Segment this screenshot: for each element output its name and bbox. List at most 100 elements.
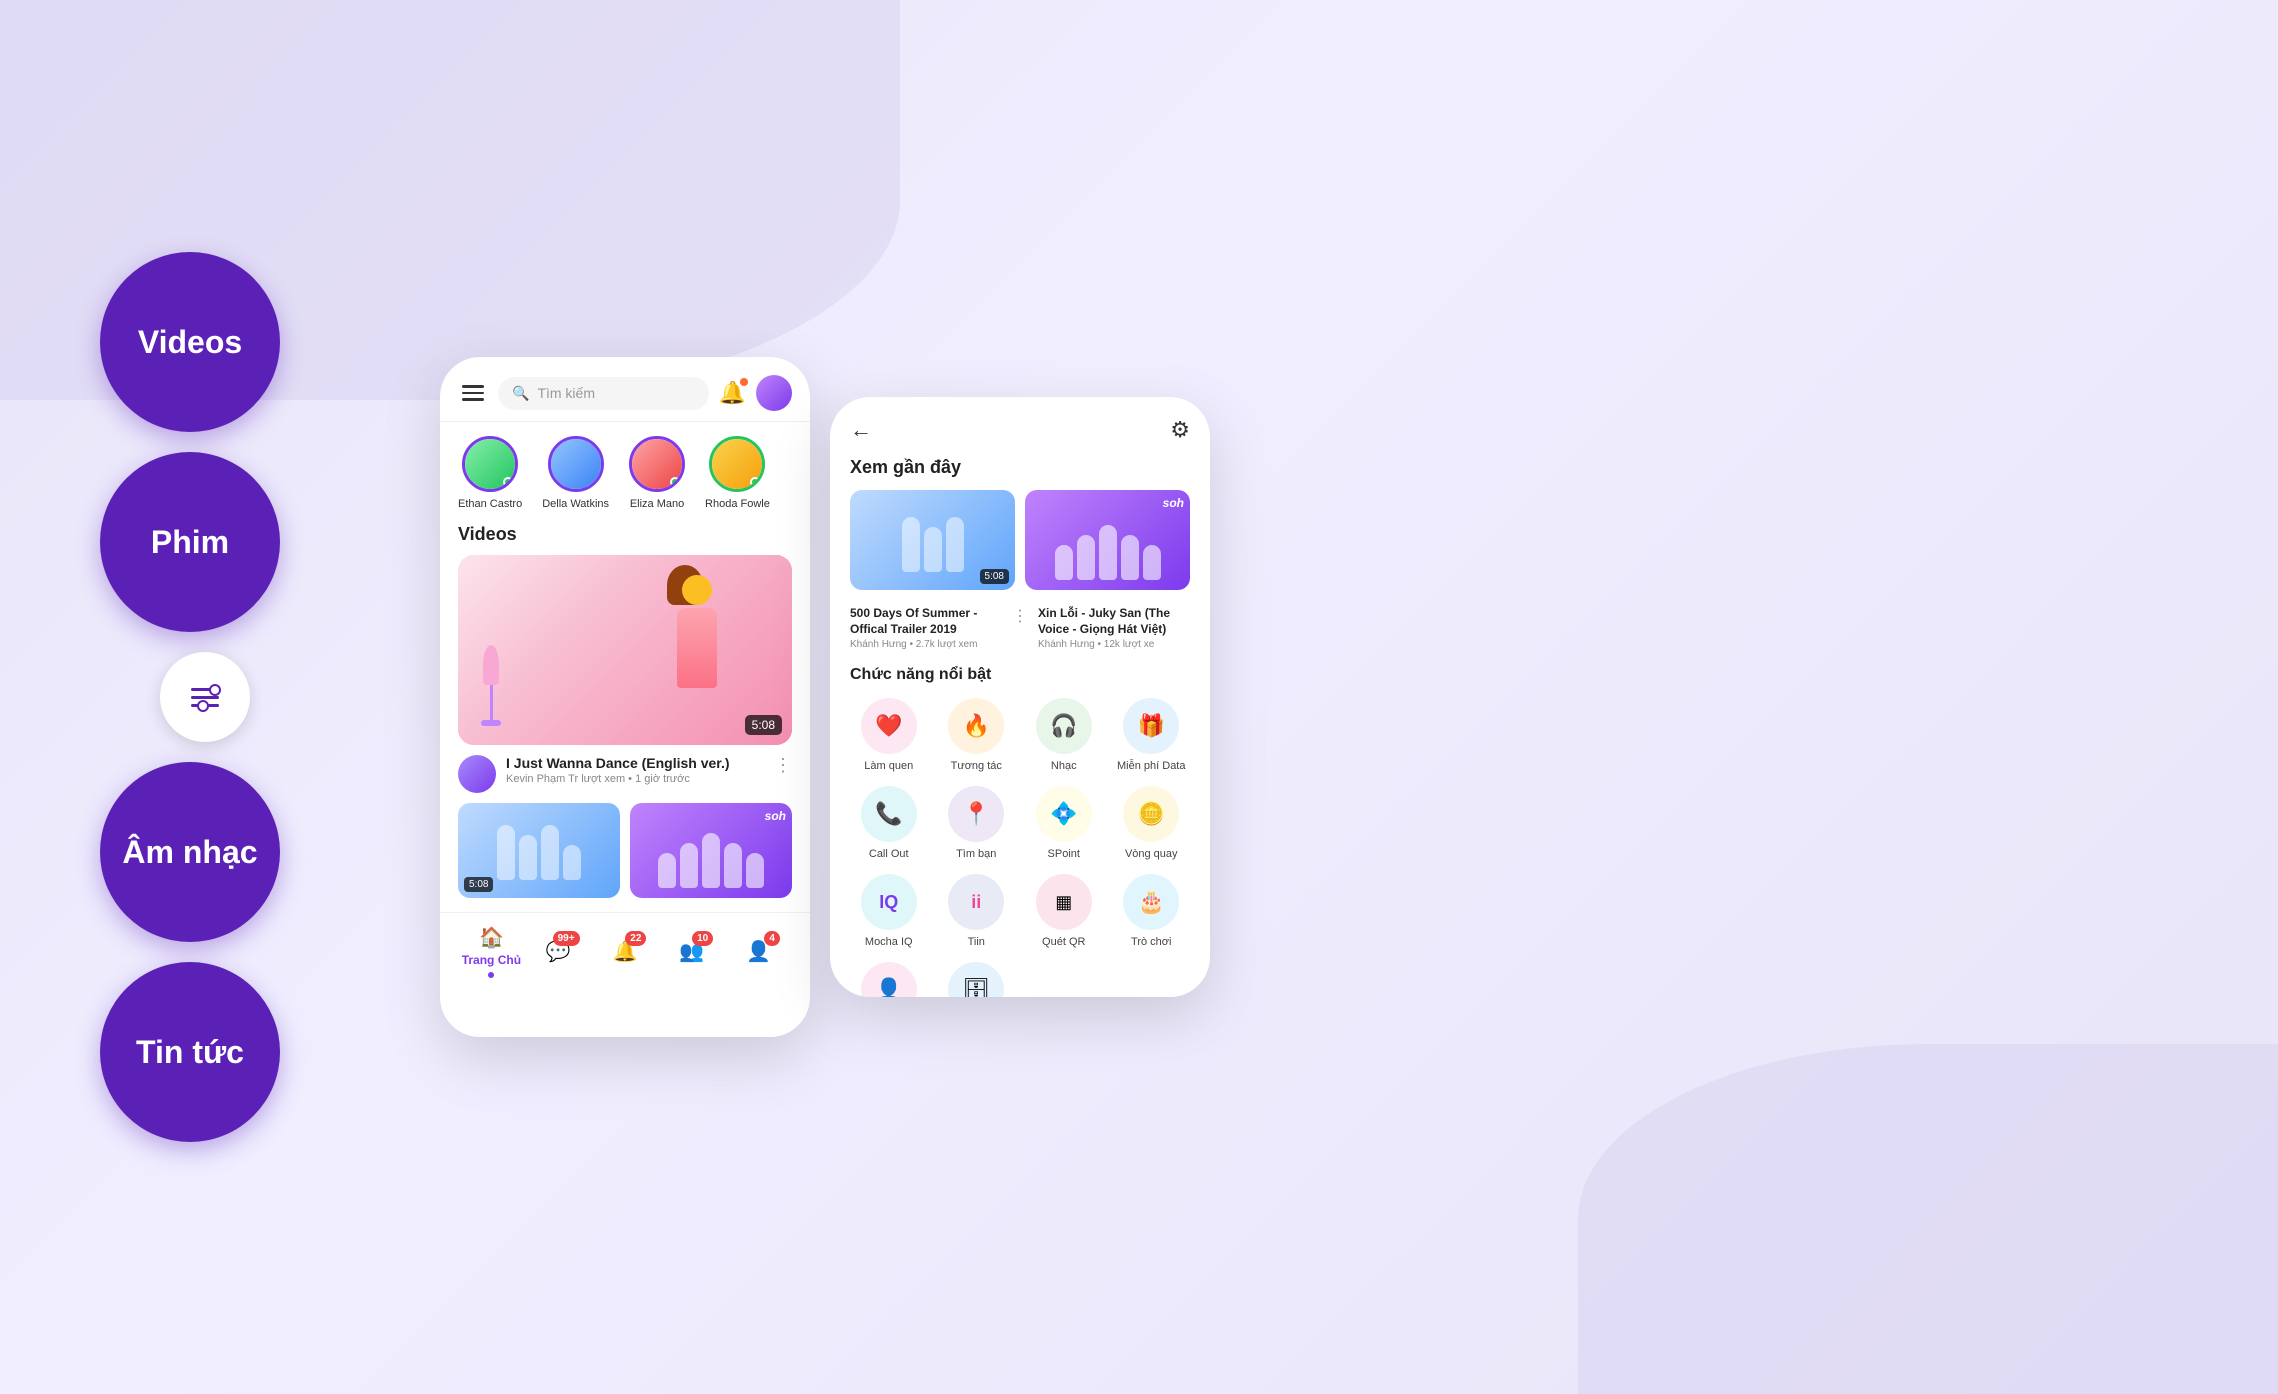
thumb-2[interactable]: soh [630, 803, 792, 898]
nav-profile[interactable]: 👤 4 [725, 939, 792, 964]
circle-videos[interactable]: Videos [100, 252, 280, 432]
soh-logo: soh [765, 809, 786, 823]
girl-figure [662, 575, 732, 745]
settings-icon[interactable]: ⚙ [1170, 417, 1190, 443]
phone2-header: ← ⚙ [830, 397, 1210, 457]
mien-phi-icon: 🎁 [1123, 698, 1179, 754]
circle-phim[interactable]: Phim [100, 452, 280, 632]
vong-quay-label: Vòng quay [1125, 848, 1178, 860]
thumb-people-1 [497, 803, 581, 890]
feature-vong-quay[interactable]: 🪙 Vòng quay [1113, 786, 1191, 860]
recent-video-col-1: 500 Days Of Summer - Offical Trailer 201… [850, 606, 1002, 650]
left-menu-section: Videos Phim Âm nhạc Tin tức [100, 252, 280, 1142]
spoint-icon: 💠 [1036, 786, 1092, 842]
nav-badge-friends: 10 [692, 931, 713, 946]
recent-video-col-2: Xin Lỗi - Juky San (The Voice - Giọng Há… [1038, 606, 1190, 650]
filter-button[interactable] [160, 652, 250, 742]
feature-tiin[interactable]: ii Tiin [938, 874, 1016, 948]
girl-body [677, 608, 717, 688]
tim-ban-icon: 📍 [948, 786, 1004, 842]
phone-screen-2: ← ⚙ Xem gần đây 5:08 soh [830, 397, 1210, 997]
tro-choi-icon: 🎂 [1123, 874, 1179, 930]
feature-quet-qr[interactable]: ▦ Quét QR [1025, 874, 1103, 948]
nav-friends[interactable]: 👥 10 [658, 939, 725, 964]
notification-bell[interactable]: 🔔 [719, 380, 746, 406]
home-icon: 🏠 [479, 925, 504, 950]
nav-home-label: Trang Chủ [462, 953, 521, 967]
tiin-label: Tiin [968, 936, 985, 948]
video-duration-main: 5:08 [745, 715, 782, 735]
more-options-icon[interactable]: ⋮ [774, 755, 792, 776]
goi-cuoc-icon: 🗄 [948, 962, 1004, 997]
feature-mien-phi-data[interactable]: 🎁 Miễn phí Data [1113, 698, 1191, 772]
videos-section-title: Videos [440, 524, 810, 555]
feature-tro-choi[interactable]: 🎂 Trò chơi [1113, 874, 1191, 948]
recent-video-row: 5:08 soh [830, 490, 1210, 606]
tiin-icon: ii [948, 874, 1004, 930]
feature-call-out[interactable]: 📞 Call Out [850, 786, 928, 860]
recent-video-info-row: 500 Days Of Summer - Offical Trailer 201… [830, 606, 1210, 656]
feature-goi-cuoc[interactable]: 🗄 Gói cước [938, 962, 1016, 997]
recent-more-options-1[interactable]: ⋮ [1012, 606, 1028, 650]
feature-mocha-iq[interactable]: IQ Mocha IQ [850, 874, 928, 948]
online-dot-4 [750, 477, 760, 487]
recent-video-title-2: Xin Lỗi - Juky San (The Voice - Giọng Há… [1038, 606, 1190, 637]
nav-badge-messages: 99+ [553, 931, 580, 946]
hamburger-button[interactable] [458, 381, 488, 405]
thumb-duration-1: 5:08 [464, 877, 493, 892]
circle-tin-tuc[interactable]: Tin tức [100, 962, 280, 1142]
story-avatar-3[interactable] [629, 436, 685, 492]
mien-phi-label: Miễn phí Data [1117, 760, 1185, 772]
nav-badge-profile: 4 [764, 931, 780, 946]
call-out-icon: 📞 [861, 786, 917, 842]
story-item-3[interactable]: Eliza Mano [629, 436, 685, 510]
features-grid: ❤️ Làm quen 🔥 Tương tác 🎧 Nhạc 🎁 Miễn ph… [850, 698, 1190, 997]
filter-icon [191, 688, 219, 707]
recent-section-title: Xem gần đây [830, 457, 1210, 490]
feature-nhac[interactable]: 🎧 Nhạc [1025, 698, 1103, 772]
recent-video-meta-2: Khánh Hưng • 12k lượt xe [1038, 639, 1190, 650]
user-avatar[interactable] [756, 375, 792, 411]
nav-notifications[interactable]: 🔔 22 [592, 939, 659, 964]
story-avatar-4[interactable] [709, 436, 765, 492]
back-button[interactable]: ← [850, 417, 872, 443]
story-item-2[interactable]: Della Watkins [542, 436, 609, 510]
nav-active-dot [488, 972, 494, 978]
spoint-label: SPoint [1048, 848, 1080, 860]
story-item-1[interactable]: Ethan Castro [458, 436, 522, 510]
quet-qr-icon: ▦ [1036, 874, 1092, 930]
tro-choi-label: Trò chơi [1131, 936, 1171, 948]
story-item-4[interactable]: Rhoda Fowle [705, 436, 770, 510]
nhac-label: Nhạc [1051, 760, 1077, 772]
feature-tuong-tac[interactable]: 🔥 Tương tác [938, 698, 1016, 772]
video-title: I Just Wanna Dance (English ver.) [506, 755, 764, 771]
recent-people-2 [1055, 490, 1161, 590]
soh-logo-2: soh [1163, 496, 1184, 510]
recent-thumb-group: soh [1025, 490, 1190, 590]
story-avatar-2[interactable] [548, 436, 604, 492]
nav-home[interactable]: 🏠 Trang Chủ [458, 925, 525, 978]
story-avatar-1[interactable] [462, 436, 518, 492]
bottom-nav: 🏠 Trang Chủ 💬 99+ 🔔 22 👥 10 👤 4 [440, 912, 810, 996]
search-bar[interactable]: 🔍 Tìm kiếm [498, 377, 709, 410]
main-video-thumbnail[interactable]: 5:08 [458, 555, 792, 745]
feature-tim-ban[interactable]: 📍 Tìm bạn [938, 786, 1016, 860]
mocha-iq-icon: IQ [861, 874, 917, 930]
circle-am-nhac[interactable]: Âm nhạc [100, 762, 280, 942]
feature-moi-ban[interactable]: 👤 Mời bạn [850, 962, 928, 997]
recent-thumb-2[interactable]: soh [1025, 490, 1190, 590]
feature-lam-quen[interactable]: ❤️ Làm quen [850, 698, 928, 772]
thumb-1[interactable]: 5:08 [458, 803, 620, 898]
features-title: Chức năng nổi bật [850, 666, 1190, 684]
phone1-header: 🔍 Tìm kiếm 🔔 [440, 357, 810, 422]
recent-thumb-1[interactable]: 5:08 [850, 490, 1015, 590]
mocha-iq-label: Mocha IQ [865, 936, 913, 948]
features-section: Chức năng nổi bật ❤️ Làm quen 🔥 Tương tá… [830, 656, 1210, 997]
story-name-1: Ethan Castro [458, 498, 522, 510]
recent-thumb-duration-1: 5:08 [980, 569, 1009, 584]
search-placeholder: Tìm kiếm [537, 385, 595, 401]
nav-messages[interactable]: 💬 99+ [525, 939, 592, 964]
feature-spoint[interactable]: 💠 SPoint [1025, 786, 1103, 860]
phones-container: 🔍 Tìm kiếm 🔔 Ethan Castro [440, 357, 1210, 1037]
bg-shape-bottom-right [1578, 1044, 2278, 1394]
